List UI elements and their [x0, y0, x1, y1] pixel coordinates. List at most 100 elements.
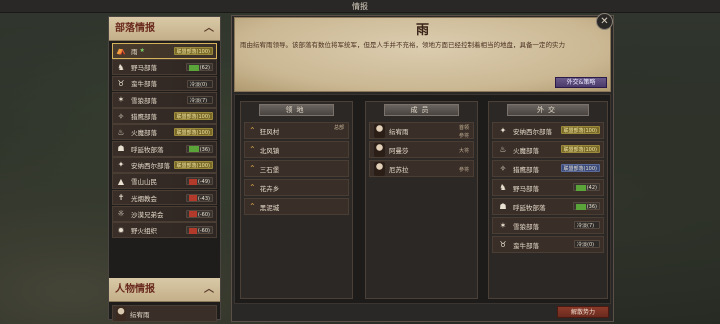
relation-value: 冷淡(7) — [577, 223, 595, 229]
tribe-name: 野火组织 — [131, 227, 157, 236]
diplomacy-strategy-button[interactable]: 外交&策略 — [555, 77, 607, 88]
relation-item[interactable]: ✦ 安纳西尔部落 联盟部落(100) — [492, 122, 604, 139]
relation-badge: 联盟部落(100) — [173, 161, 213, 170]
wolf-icon: ✶ — [499, 221, 507, 230]
relation-bar-fill — [188, 146, 199, 153]
member-item[interactable]: 阿曼莎 大将 — [369, 141, 474, 158]
relation-value: 联盟部落(100) — [176, 130, 210, 137]
eagle-icon: ✧ — [117, 111, 125, 121]
tribe-item[interactable]: ☼ 沙漠兄弟会 (-60) — [112, 205, 217, 222]
territory-name: 狂风村 — [259, 127, 280, 136]
tribe-item[interactable]: ⛺ 雨 ★ 联盟部落(100) — [112, 43, 217, 59]
relation-value: 联盟部落(100) — [563, 166, 597, 172]
relation-item[interactable]: ✧ 猎鹰部落 联盟部落(100) — [492, 160, 604, 177]
relation-badge: 联盟部落(100) — [560, 126, 600, 134]
relation-badge: 冷淡(7) — [187, 95, 213, 104]
tribe-item[interactable]: ▲ 雪山山民 (-49) — [112, 173, 217, 190]
relation-name: 蛮牛部落 — [513, 241, 539, 250]
dissolve-faction-button[interactable]: 解散势力 — [557, 306, 609, 318]
tribe-name: 猎鹰部落 — [131, 113, 157, 122]
tribe-item[interactable]: ♞ 野马部落 (62) — [112, 59, 217, 76]
horse-icon: ♞ — [499, 183, 507, 192]
desert-icon: ☼ — [117, 209, 125, 219]
relation-value: 联盟部落(100) — [176, 114, 210, 121]
leader-tag: 首领 — [458, 125, 469, 131]
headquarters-tag: 总部 — [333, 125, 344, 131]
relation-value: 联盟部落(100) — [563, 128, 597, 134]
member-item[interactable]: 厄苏拉 参将 — [369, 160, 474, 177]
territory-item[interactable]: ⌃ 三石堡 — [244, 160, 349, 177]
horse-icon: ♞ — [117, 62, 125, 72]
relation-value: (-49) — [197, 179, 210, 186]
chevron-up-icon[interactable]: ︿ — [204, 278, 214, 302]
relation-badge: 联盟部落(100) — [173, 47, 213, 55]
relation-badge: (36) — [185, 144, 213, 153]
relation-value: 联盟部落(100) — [176, 163, 210, 170]
relation-badge: 联盟部落(100) — [173, 112, 213, 121]
relation-item[interactable]: ♉ 蛮牛部落 冷淡(0) — [492, 236, 604, 253]
flame-icon: ♨ — [117, 127, 125, 137]
tribe-name: 沙漠兄弟会 — [131, 210, 164, 219]
territory-item[interactable]: ⌃ 北风镇 — [244, 141, 349, 158]
shepherd-icon: ☗ — [117, 144, 125, 154]
ox-icon: ♉ — [117, 78, 125, 88]
relation-badge: 联盟部落(100) — [173, 128, 213, 137]
tribe-name: 雨 — [131, 47, 138, 56]
relation-value: 冷淡(0) — [190, 81, 208, 88]
relation-item[interactable]: ✶ 雪狼部落 冷淡(7) — [492, 217, 604, 234]
tribe-name: 安纳西尔部落 — [131, 161, 170, 170]
faction-summary: 雨 雨由纭宥雨领导。该部落有数位将军统军，但是人手并不充裕，领地方面已经控制着相… — [234, 17, 611, 92]
territory-item[interactable]: ⌃ 花卉乡 — [244, 179, 349, 196]
tribe-item[interactable]: ✧ 猎鹰部落 联盟部落(100) — [112, 108, 217, 124]
relation-item[interactable]: ♨ 火魔部落 联盟部落(100) — [492, 141, 604, 158]
person-section-header[interactable]: 人物情报 ︿ — [109, 278, 220, 302]
chevron-up-icon[interactable]: ︿ — [204, 17, 214, 41]
person-item[interactable]: 纭宥雨 — [112, 305, 217, 322]
relation-bar-fill — [188, 195, 197, 202]
relation-name: 雪狼部落 — [513, 222, 539, 231]
territory-item[interactable]: ⌃ 黑泥城 — [244, 198, 349, 215]
relation-badge: 冷淡(0) — [574, 240, 600, 248]
relation-bar-fill — [188, 64, 199, 71]
relation-badge: 冷淡(0) — [187, 79, 213, 88]
tribe-item[interactable]: ✹ 野火组织 (-60) — [112, 222, 217, 239]
wolf-icon: ✶ — [117, 95, 125, 105]
territory-name: 北风镇 — [259, 146, 280, 155]
window-title: 情报 — [352, 2, 368, 11]
territory-list: ⌃ 狂风村 总部 ⌃ 北风镇 ⌃ 三石堡 ⌃ 花卉乡 ⌃ 黑泥城 — [241, 122, 352, 215]
members-header: 成员 — [384, 104, 459, 116]
territory-item[interactable]: ⌃ 狂风村 总部 — [244, 122, 349, 139]
faction-columns: 领地 ⌃ 狂风村 总部 ⌃ 北风镇 ⌃ 三石堡 ⌃ 花卉乡 ⌃ 黑泥城 成员 纭宥雨 首领 参将 阿曼莎大… — [234, 94, 611, 304]
member-role: 参将 — [458, 133, 469, 139]
relation-name: 火魔部落 — [513, 146, 539, 155]
person-section-title: 人物情报 — [115, 284, 155, 295]
church-icon: ✝ — [117, 193, 125, 203]
tribe-name: 野马部落 — [131, 64, 157, 73]
close-icon[interactable]: ✕ — [596, 13, 613, 30]
relation-badge: 联盟部落(100) — [560, 145, 600, 153]
relation-value: (-60) — [197, 228, 210, 235]
member-role: 大将 — [458, 148, 469, 154]
relation-name: 呼延牧部落 — [513, 203, 546, 212]
member-name: 厄苏拉 — [389, 165, 409, 174]
tribe-item[interactable]: ✝ 光烟教会 (-43) — [112, 189, 217, 206]
tribe-item[interactable]: ✶ 雪狼部落 冷淡(7) — [112, 91, 217, 108]
tribe-item[interactable]: ☗ 呼延牧部落 (36) — [112, 140, 217, 157]
tribe-item[interactable]: ✦ 安纳西尔部落 联盟部落(100) — [112, 157, 217, 173]
relation-value: (62) — [199, 65, 210, 72]
member-item[interactable]: 纭宥雨 首领 参将 — [369, 122, 474, 139]
relation-item[interactable]: ♞ 野马部落 (42) — [492, 179, 604, 196]
portrait-icon — [374, 161, 385, 176]
relation-badge: (36) — [572, 202, 600, 210]
tribe-section-header[interactable]: 部落情报 ︿ — [109, 17, 220, 41]
tribe-item[interactable]: ♨ 火魔部落 联盟部落(100) — [112, 124, 217, 141]
flame-icon: ♨ — [499, 145, 507, 154]
relation-value: (36) — [199, 146, 210, 153]
relation-item[interactable]: ☗ 呼延牧部落 (36) — [492, 198, 604, 215]
relation-value: (36) — [586, 204, 597, 210]
relation-bar-fill — [575, 184, 586, 191]
window-titlebar: 情报 — [0, 0, 720, 13]
tribe-item[interactable]: ♉ 蛮牛部落 冷淡(0) — [112, 75, 217, 92]
relation-name: 猎鹰部落 — [513, 165, 539, 174]
person-list: 纭宥雨 — [109, 305, 220, 322]
